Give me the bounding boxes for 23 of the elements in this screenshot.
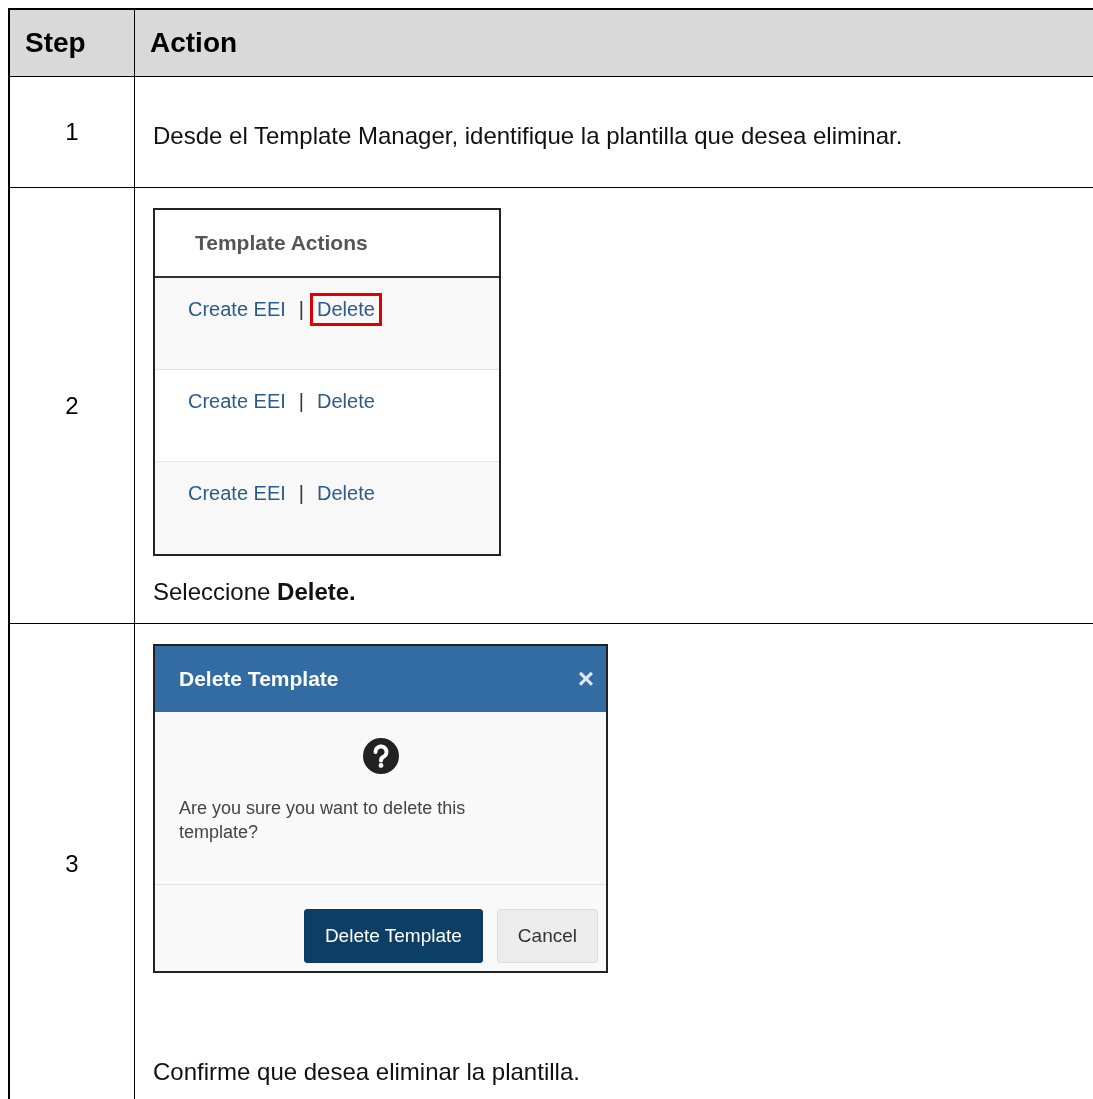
separator-text: |: [298, 298, 305, 321]
create-eei-link[interactable]: Create EEI: [181, 477, 293, 510]
instruction-text: Confirme que desea eliminar la plantilla.: [153, 1057, 581, 1087]
separator-text: |: [298, 390, 305, 413]
highlighted-delete-link[interactable]: Delete: [310, 293, 382, 326]
column-header: Action: [135, 10, 1093, 77]
separator-text: |: [298, 482, 305, 505]
create-eei-link[interactable]: Create EEI: [181, 293, 293, 326]
column-header: Step: [10, 10, 135, 77]
instruction-text: Seleccione Delete.: [153, 577, 357, 607]
step-number: 2: [10, 188, 135, 624]
question-icon: [362, 738, 399, 774]
instruction-text: Desde el Template Manager, identifique la plantilla que desea eliminar.: [153, 121, 904, 151]
delete-link[interactable]: Delete: [310, 385, 382, 418]
dialog-message: Are you sure you want to delete this template?: [179, 797, 467, 844]
create-eei-link[interactable]: Create EEI: [181, 385, 293, 418]
delete-link[interactable]: Delete: [310, 477, 382, 510]
delete-template-button[interactable]: Delete Template: [303, 909, 483, 963]
dialog-title: Delete Template: [179, 667, 339, 691]
step-number: 3: [10, 624, 135, 1099]
step-number: 1: [10, 77, 135, 188]
close-button[interactable]: ×: [573, 663, 598, 695]
cancel-button[interactable]: Cancel: [496, 909, 598, 963]
